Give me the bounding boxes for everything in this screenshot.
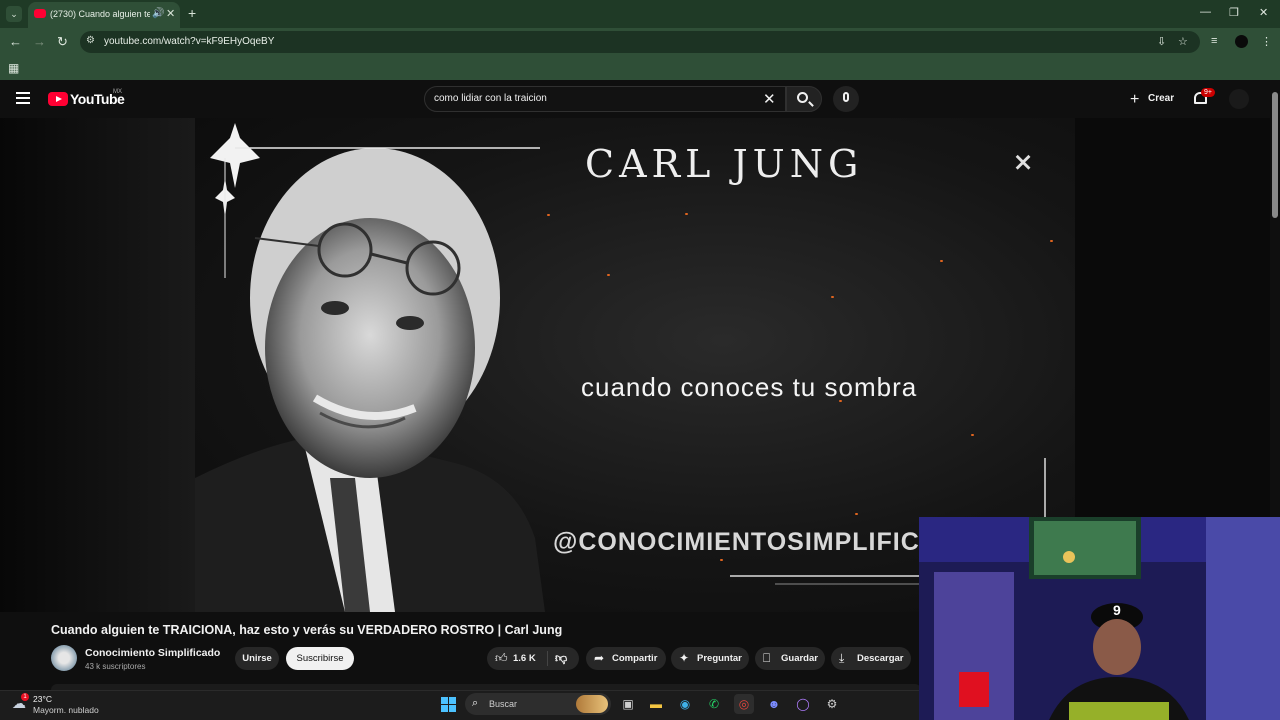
share-label: Compartir <box>612 653 658 664</box>
capcut-logo-icon: ⨯ <box>1013 149 1034 176</box>
tab-audio-icon[interactable]: 🔊 <box>152 8 164 19</box>
subscribe-button[interactable]: Suscribirse <box>286 647 354 670</box>
restore-button[interactable]: ❐ <box>1229 6 1239 19</box>
browser-menu-icon[interactable]: ⋮ <box>1261 35 1272 48</box>
install-app-icon[interactable]: ⇩ <box>1157 35 1166 48</box>
weather-badge: 1 <box>21 693 29 701</box>
site-info-icon[interactable]: ⚙ <box>86 35 95 46</box>
taskbar-search-label: Buscar <box>489 699 518 709</box>
notifications-badge: 9+ <box>1201 88 1215 97</box>
like-dislike-group: 👍︎ 1.6 K 👎︎ <box>487 647 579 670</box>
tab-search-menu-button[interactable]: ⌄ <box>6 6 22 22</box>
clear-search-icon[interactable]: ✕ <box>763 90 776 108</box>
scrollbar-thumb[interactable] <box>1272 92 1278 218</box>
search-query-text: como lidiar con la traicion <box>434 93 547 104</box>
apps-grid-icon[interactable]: ▦ <box>8 61 19 75</box>
ember-particle <box>607 274 610 276</box>
search-button[interactable] <box>786 86 822 112</box>
reload-icon[interactable]: ↻ <box>57 34 68 50</box>
ember-particle <box>1050 240 1053 242</box>
hamburger-menu-icon[interactable] <box>16 92 32 104</box>
account-avatar[interactable] <box>1229 89 1249 109</box>
svg-text:9: 9 <box>1113 602 1121 618</box>
bookmark-star-icon[interactable]: ☆ <box>1178 35 1188 48</box>
reading-list-icon[interactable]: ≡ <box>1211 35 1217 47</box>
new-tab-button[interactable]: + <box>188 5 196 21</box>
video-letterbox-left <box>0 118 195 612</box>
youtube-logo-icon[interactable] <box>48 92 68 106</box>
ember-particle <box>940 260 943 262</box>
join-button[interactable]: Unirse <box>235 647 279 670</box>
ask-button[interactable]: ✦ Preguntar <box>671 647 749 670</box>
create-button[interactable]: Crear <box>1148 93 1174 104</box>
channel-name[interactable]: Conocimiento Simplificado <box>85 647 220 659</box>
ember-particle <box>971 434 974 436</box>
ember-particle <box>839 400 842 402</box>
like-icon[interactable]: 👍︎ <box>495 647 508 670</box>
create-plus-icon[interactable]: + <box>1130 91 1139 109</box>
app-circle-icon[interactable]: ◯ <box>793 694 813 714</box>
download-icon: ⤓ <box>839 651 845 665</box>
voice-search-button[interactable] <box>833 86 859 112</box>
browser-profile-avatar[interactable] <box>1235 35 1248 48</box>
browser-tab-active[interactable]: (2730) Cuando alguien te TRAICIONA 🔊 ✕ <box>28 2 180 28</box>
video-overlay-title: CARL JUNG <box>585 142 864 186</box>
bookmarks-bar <box>0 56 1280 80</box>
back-arrow-icon[interactable]: ← <box>9 34 22 49</box>
download-label: Descargar <box>857 653 904 664</box>
webcam-overlay: 9 <box>919 517 1280 720</box>
dislike-icon[interactable]: 👎︎ <box>555 647 567 670</box>
whatsapp-icon[interactable]: ✆ <box>704 694 724 714</box>
file-explorer-icon[interactable]: ▬ <box>646 694 666 714</box>
search-icon <box>797 92 808 103</box>
address-bar[interactable]: ⚙ youtube.com/watch?v=kF9EHyOqeBY <box>80 31 1200 53</box>
video-title: Cuando alguien te TRAICIONA, haz esto y … <box>51 623 563 637</box>
weather-description[interactable]: Mayorm. nublado <box>33 705 99 715</box>
tab-title: (2730) Cuando alguien te TRAICIONA <box>50 9 150 19</box>
download-button[interactable]: ⤓ Descargar <box>831 647 911 670</box>
ember-particle <box>685 213 688 215</box>
share-icon: ➦ <box>594 651 605 665</box>
sparkle-icon: ✦ <box>679 651 690 665</box>
mic-icon <box>843 92 849 102</box>
portrait-image <box>195 123 545 612</box>
tab-close-icon[interactable]: ✕ <box>166 7 175 20</box>
app-settings-icon[interactable]: ⚙ <box>822 694 842 714</box>
chrome-browser-icon[interactable]: ◎ <box>734 694 754 714</box>
subscriber-count: 43 k suscriptores <box>85 662 146 671</box>
share-button[interactable]: ➦ Compartir <box>586 647 666 670</box>
youtube-favicon-icon <box>34 9 46 18</box>
bookmark-icon: ⎕ <box>763 651 771 665</box>
windows-start-icon[interactable] <box>441 697 456 712</box>
channel-avatar[interactable] <box>51 645 77 671</box>
ember-particle <box>831 296 834 298</box>
forward-arrow-icon[interactable]: → <box>33 34 46 49</box>
ember-particle <box>547 214 550 216</box>
close-window-button[interactable]: ✕ <box>1259 6 1268 19</box>
minimize-button[interactable]: — <box>1200 6 1211 18</box>
like-count[interactable]: 1.6 K <box>513 647 536 670</box>
like-divider <box>547 651 548 666</box>
region-code: MX <box>113 89 122 95</box>
discord-icon[interactable]: ☻ <box>764 694 784 714</box>
address-bar-url: youtube.com/watch?v=kF9EHyOqeBY <box>104 36 275 47</box>
save-button[interactable]: ⎕ Guardar <box>755 647 825 670</box>
task-view-icon[interactable]: ▣ <box>618 694 638 714</box>
save-label: Guardar <box>781 653 818 664</box>
webcam-image: 9 <box>919 517 1280 720</box>
ask-label: Preguntar <box>697 653 742 664</box>
edge-browser-icon[interactable]: ◉ <box>675 694 695 714</box>
video-caption-text: cuando conoces tu sombra <box>581 372 918 402</box>
taskbar-search-icon: ⌕ <box>472 697 479 709</box>
search-highlight-image[interactable] <box>576 695 608 713</box>
weather-temperature[interactable]: 23°C <box>33 694 52 704</box>
